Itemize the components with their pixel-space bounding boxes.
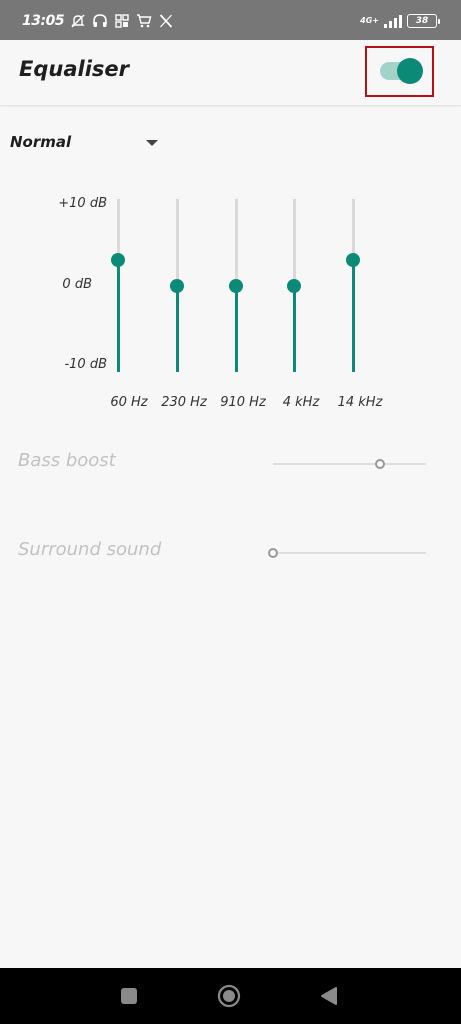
band-fill: [175, 285, 179, 372]
db-label-max: +10 dB: [58, 196, 107, 211]
band-label: 14 kHz: [337, 395, 383, 410]
equaliser-enable-toggle[interactable]: [380, 58, 423, 84]
status-right: 4G+ 38: [360, 12, 440, 30]
status-left: 13:05: [22, 11, 174, 31]
headphones-icon: [92, 13, 108, 29]
page-title: Equaliser: [19, 57, 129, 81]
band-thumb[interactable]: [287, 278, 301, 293]
mute-icon: [70, 13, 86, 29]
status-time: 13:05: [22, 13, 65, 29]
apps-icon: [114, 13, 130, 29]
preset-dropdown[interactable]: Normal: [10, 130, 160, 154]
db-label-zero: 0 dB: [62, 277, 92, 292]
db-label-min: -10 dB: [64, 357, 107, 372]
recents-icon[interactable]: [117, 984, 141, 1008]
band-thumb[interactable]: [229, 278, 243, 293]
band-thumb[interactable]: [170, 278, 184, 293]
app-bar: Equaliser: [0, 40, 461, 106]
back-icon[interactable]: [317, 984, 341, 1008]
x-logo-icon: [158, 13, 174, 29]
surround-sound-slider[interactable]: [273, 552, 426, 554]
dropdown-arrow-icon: [146, 140, 158, 146]
signal-icon: [383, 13, 403, 29]
battery-level: 38: [415, 16, 429, 26]
band-fill: [351, 259, 355, 372]
navigation-bar: [0, 968, 461, 1024]
band-thumb[interactable]: [346, 252, 360, 267]
band-fill: [292, 285, 296, 372]
band-fill: [234, 285, 238, 372]
preset-selected-label: Normal: [10, 133, 72, 151]
bass-boost-thumb[interactable]: [375, 459, 386, 469]
network-label: 4G+: [360, 16, 379, 25]
status-bar: 13:05 4G+ 38: [0, 0, 461, 40]
band-fill: [116, 259, 120, 372]
surround-sound-thumb[interactable]: [268, 548, 278, 558]
bass-boost-label: Bass boost: [18, 450, 116, 471]
toggle-knob[interactable]: [397, 58, 423, 84]
shopping-cart-icon: [136, 13, 152, 29]
home-icon[interactable]: [217, 984, 241, 1008]
band-thumb[interactable]: [111, 252, 125, 267]
battery-icon: 38: [407, 14, 440, 28]
bass-boost-slider[interactable]: [273, 463, 426, 465]
surround-sound-label: Surround sound: [18, 539, 162, 560]
